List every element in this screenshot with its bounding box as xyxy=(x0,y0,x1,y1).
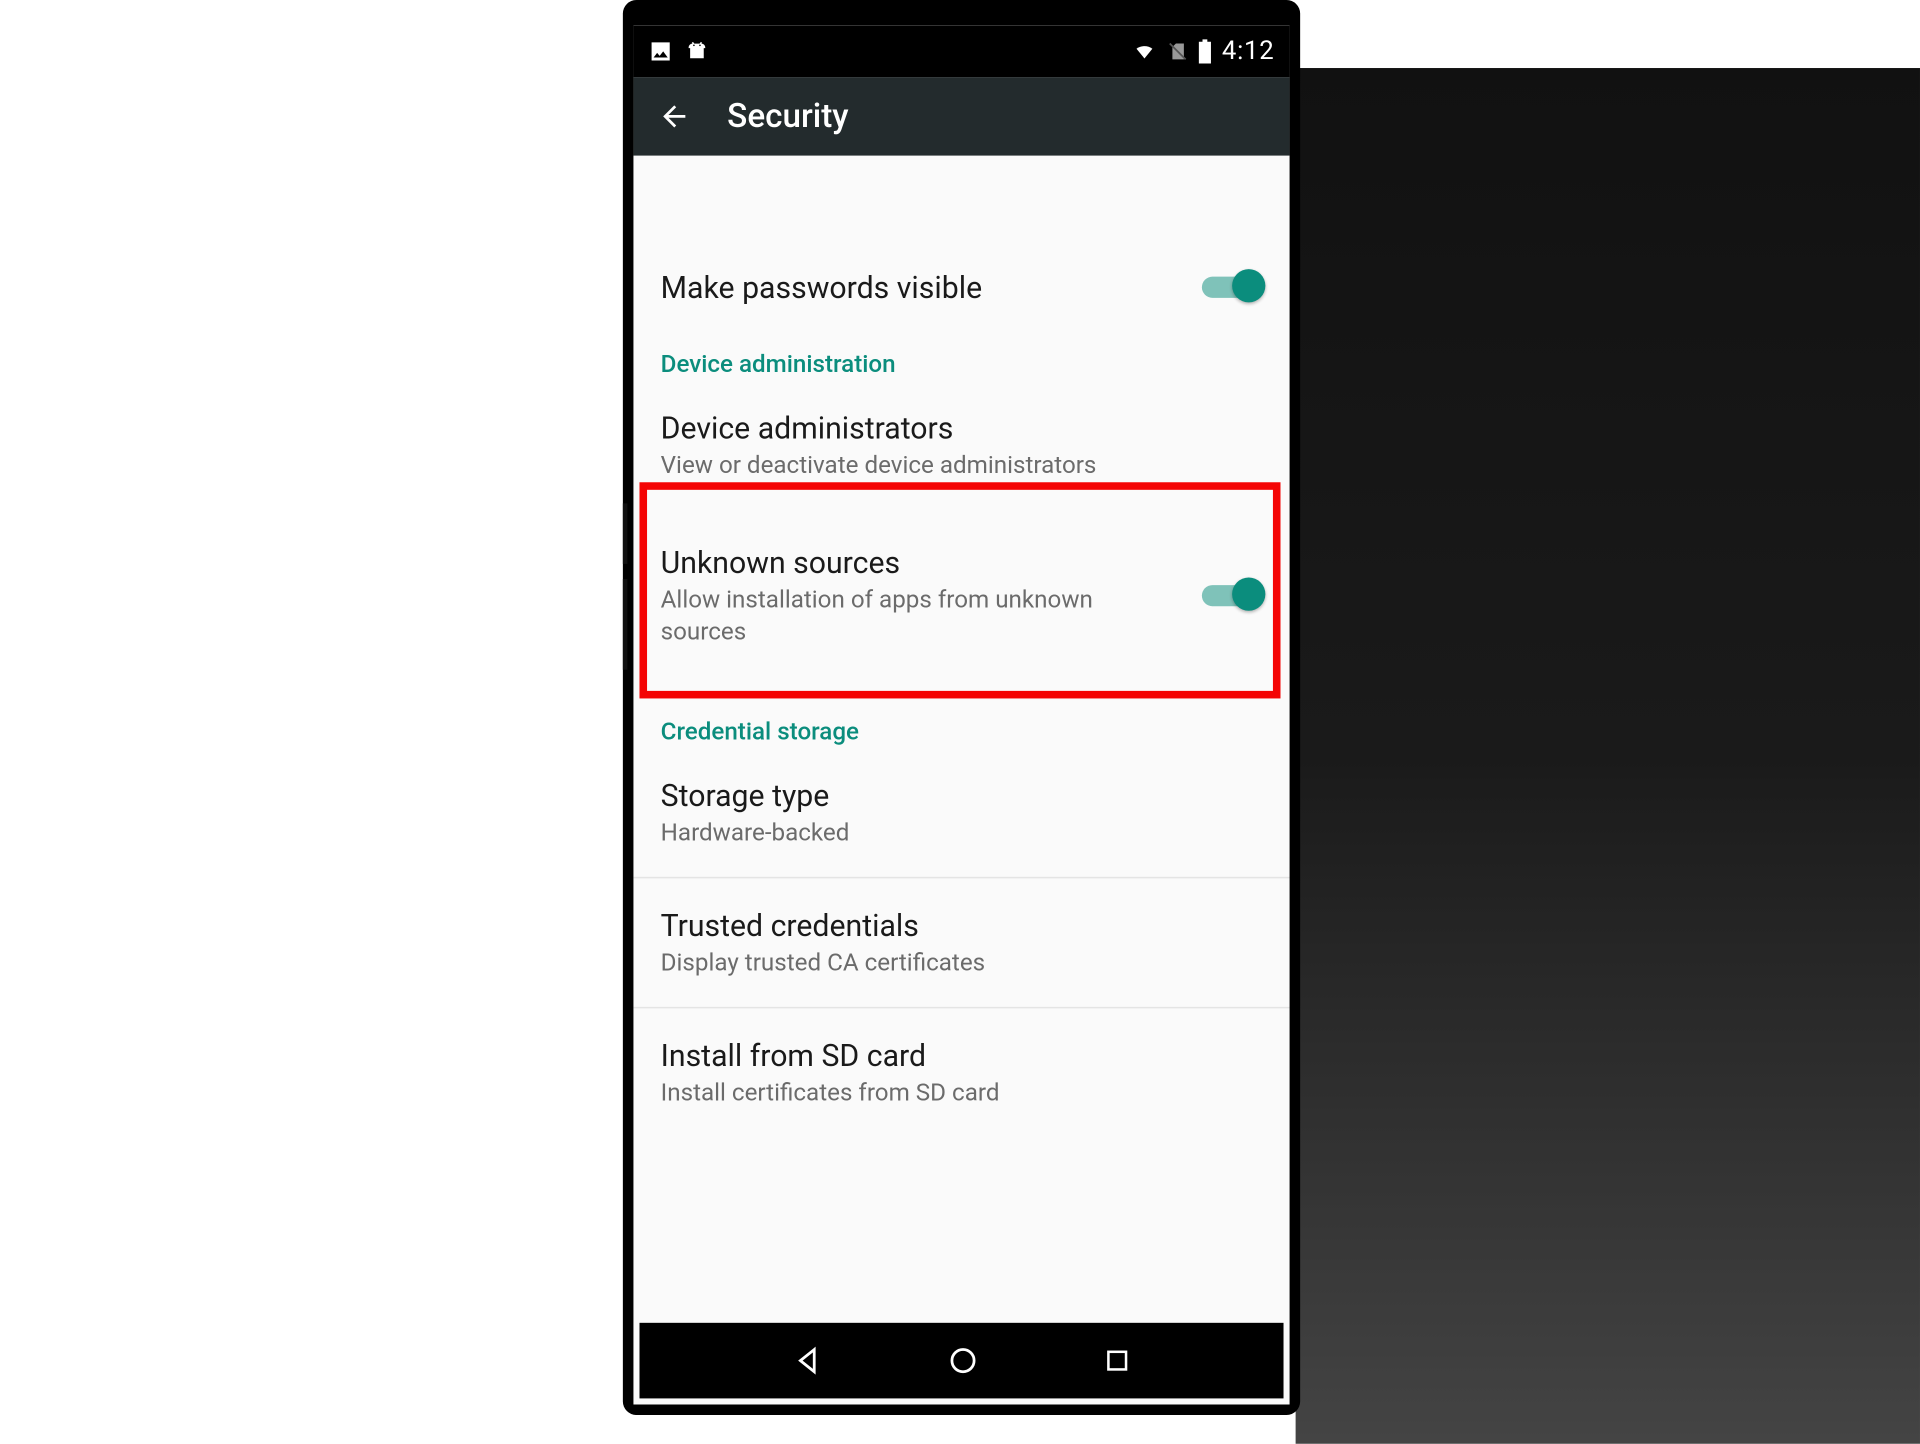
phone-side-button xyxy=(623,503,628,563)
setting-subtitle: Install certificates from SD card xyxy=(661,1078,1245,1109)
nav-back-icon[interactable] xyxy=(791,1344,824,1377)
battery-icon xyxy=(1198,39,1213,63)
wifi-icon xyxy=(1131,41,1158,62)
section-device-administration: Device administration xyxy=(633,328,1289,387)
setting-title: Storage type xyxy=(661,776,1245,815)
nav-recent-icon[interactable] xyxy=(1102,1346,1132,1376)
app-bar: Security xyxy=(633,77,1289,156)
divider xyxy=(633,877,1289,879)
canvas: 4:12 Security Make passwords visible xyxy=(0,0,1920,1444)
setting-install-from-sd[interactable]: Install from SD card Install certificate… xyxy=(633,1014,1289,1130)
setting-subtitle: Display trusted CA certificates xyxy=(661,948,1245,979)
back-arrow-icon[interactable] xyxy=(658,100,691,133)
divider xyxy=(633,1007,1289,1009)
setting-title: Make passwords visible xyxy=(661,268,1184,307)
setting-subtitle: Allow installation of apps from unknown … xyxy=(661,585,1184,648)
setting-unknown-sources[interactable]: Unknown sources Allow installation of ap… xyxy=(633,503,1289,684)
backdrop-panel xyxy=(1296,68,1920,1444)
setting-title: Trusted credentials xyxy=(661,906,1245,945)
page-title: Security xyxy=(727,98,848,136)
phone-frame: 4:12 Security Make passwords visible xyxy=(627,5,1295,1411)
setting-title: Device administrators xyxy=(661,408,1245,447)
status-time: 4:12 xyxy=(1222,36,1275,66)
navigation-bar xyxy=(639,1323,1283,1399)
setting-make-passwords-visible[interactable]: Make passwords visible xyxy=(633,246,1289,328)
phone-screen: 4:12 Security Make passwords visible xyxy=(633,26,1289,1405)
setting-title: Install from SD card xyxy=(661,1036,1245,1075)
setting-title: Unknown sources xyxy=(661,542,1184,581)
toggle-make-passwords-visible[interactable] xyxy=(1202,268,1262,307)
setting-trusted-credentials[interactable]: Trusted credentials Display trusted CA c… xyxy=(633,885,1289,1001)
setting-subtitle: Hardware-backed xyxy=(661,818,1245,849)
settings-list[interactable]: Make passwords visible Device administra… xyxy=(633,156,1289,1405)
setting-storage-type[interactable]: Storage type Hardware-backed xyxy=(633,755,1289,871)
setting-device-administrators[interactable]: Device administrators View or deactivate… xyxy=(633,387,1289,503)
no-sim-icon xyxy=(1167,39,1188,63)
section-credential-storage: Credential storage xyxy=(633,684,1289,755)
punch-hole-camera xyxy=(948,32,975,59)
toggle-unknown-sources[interactable] xyxy=(1202,575,1262,614)
nav-home-icon[interactable] xyxy=(946,1344,979,1377)
phone-side-button xyxy=(623,579,628,670)
android-icon xyxy=(685,39,709,63)
image-icon xyxy=(649,39,673,63)
setting-subtitle: View or deactivate device administrators xyxy=(661,451,1245,482)
